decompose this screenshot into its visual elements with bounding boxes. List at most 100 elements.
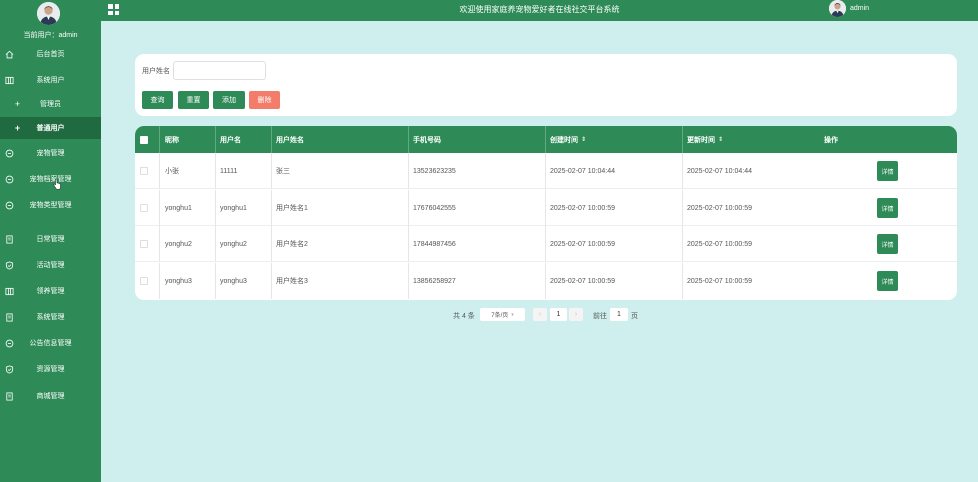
cell-realname: 用户姓名1 bbox=[276, 205, 308, 212]
sidebar-profile: 当前用户：admin bbox=[0, 0, 101, 42]
current-user-label: 当前用户：admin bbox=[23, 32, 78, 39]
goto-page-input[interactable]: 1 bbox=[610, 308, 628, 321]
sidebar-item-label: 日常管理 bbox=[36, 236, 65, 243]
cell-updated: 2025-02-07 10:00:59 bbox=[687, 277, 752, 285]
page-size-select[interactable]: 7条/页 ▾ bbox=[480, 308, 525, 321]
sidebar-item-label: 领养管理 bbox=[36, 288, 65, 295]
sidebar-item-admin[interactable]: + 管理员 bbox=[0, 93, 101, 115]
sidebar-item-label: 宠物类型管理 bbox=[29, 202, 72, 209]
sidebar-item-label: 系统用户 bbox=[36, 77, 65, 84]
cell-created: 2025-02-07 10:00:59 bbox=[550, 204, 615, 212]
prev-page-button[interactable]: ‹ bbox=[533, 308, 547, 321]
cell-phone: 17844987456 bbox=[413, 240, 456, 248]
column-header-updated[interactable]: 更新时间 ⇕ bbox=[687, 126, 723, 153]
detail-button[interactable]: 详情 bbox=[877, 161, 898, 181]
cell-username: 11111 bbox=[220, 167, 238, 175]
cell-updated: 2025-02-07 10:04:44 bbox=[687, 167, 752, 175]
sidebar-item-label: 管理员 bbox=[40, 101, 61, 108]
row-checkbox[interactable] bbox=[140, 153, 148, 189]
top-avatar[interactable] bbox=[829, 0, 846, 17]
pagination-total: 共 4 条 bbox=[453, 313, 475, 320]
cell-nickname: yonghu3 bbox=[165, 277, 192, 285]
sidebar-item-pet-management[interactable]: 宠物管理 bbox=[0, 142, 101, 164]
sidebar-item-label: 普通用户 bbox=[36, 125, 65, 132]
sidebar-item-label: 商城管理 bbox=[36, 393, 65, 400]
query-button[interactable]: 查询 bbox=[142, 91, 173, 109]
cell-updated: 2025-02-07 10:00:59 bbox=[687, 204, 752, 212]
goto-label: 前往 bbox=[593, 313, 607, 320]
cell-nickname: 小张 bbox=[165, 168, 179, 175]
cell-username: yonghu1 bbox=[220, 204, 247, 212]
detail-button[interactable]: 详情 bbox=[877, 198, 898, 218]
sidebar-item-adoption[interactable]: 领养管理 bbox=[0, 280, 101, 302]
select-all-checkbox[interactable] bbox=[140, 126, 148, 153]
sidebar-item-label: 活动管理 bbox=[36, 262, 65, 269]
column-header-action: 操作 bbox=[824, 136, 838, 144]
page-size-value: 7条/页 bbox=[491, 313, 509, 319]
table-header: 昵称 用户名 用户姓名 手机号码 创建时间 ⇕ 更新时间 ⇕ 操作 bbox=[135, 126, 957, 153]
search-input[interactable] bbox=[173, 61, 266, 80]
user-avatar-icon bbox=[37, 2, 60, 25]
sidebar-item-pet-type[interactable]: 宠物类型管理 bbox=[0, 194, 101, 216]
add-button[interactable]: 添加 bbox=[213, 91, 245, 109]
column-header-nickname: 昵称 bbox=[165, 136, 179, 144]
sidebar-item-pet-archive[interactable]: 宠物档案管理 bbox=[0, 168, 101, 190]
sidebar-item-shop[interactable]: 商城管理 bbox=[0, 385, 101, 407]
table-row: yonghu1 yonghu1 用户姓名1 17676042555 2025-0… bbox=[135, 190, 957, 226]
sort-icon[interactable]: ⇕ bbox=[718, 136, 723, 143]
cell-created: 2025-02-07 10:00:59 bbox=[550, 240, 615, 248]
cell-username: yonghu3 bbox=[220, 277, 247, 285]
delete-button[interactable]: 删除 bbox=[249, 91, 280, 109]
avatar bbox=[37, 2, 60, 25]
sidebar-item-announcement[interactable]: 公告信息管理 bbox=[0, 332, 101, 354]
column-header-realname: 用户姓名 bbox=[276, 136, 304, 144]
detail-button[interactable]: 详情 bbox=[877, 271, 898, 291]
cell-created: 2025-02-07 10:04:44 bbox=[550, 167, 615, 175]
column-header-created[interactable]: 创建时间 ⇕ bbox=[550, 126, 586, 153]
reset-button[interactable]: 重置 bbox=[178, 91, 209, 109]
sidebar: 当前用户：admin 后台首页 系统用户 + 管理员 + 普通用户 宠物管理 宠… bbox=[0, 0, 101, 482]
users-table: 昵称 用户名 用户姓名 手机号码 创建时间 ⇕ 更新时间 ⇕ 操作 小张 11111… bbox=[135, 126, 957, 300]
page-number-current[interactable]: 1 bbox=[550, 308, 567, 321]
cell-nickname: yonghu2 bbox=[165, 240, 192, 248]
sidebar-item-daily[interactable]: 日常管理 bbox=[0, 228, 101, 250]
table-row: yonghu3 yonghu3 用户姓名3 13856258927 2025-0… bbox=[135, 263, 957, 299]
row-checkbox[interactable] bbox=[140, 226, 148, 262]
column-header-phone: 手机号码 bbox=[413, 136, 441, 144]
sidebar-item-normal-users[interactable]: + 普通用户 bbox=[0, 117, 101, 139]
row-checkbox[interactable] bbox=[140, 263, 148, 299]
detail-button[interactable]: 详情 bbox=[877, 234, 898, 254]
sidebar-item-label: 公告信息管理 bbox=[29, 340, 72, 347]
sidebar-item-system-users[interactable]: 系统用户 bbox=[0, 69, 101, 91]
search-label: 用户姓名 bbox=[142, 68, 170, 75]
table-row: 小张 11111 张三 13523623235 2025-02-07 10:04… bbox=[135, 153, 957, 189]
cell-phone: 17676042555 bbox=[413, 204, 456, 212]
sidebar-item-home[interactable]: 后台首页 bbox=[0, 43, 101, 65]
cell-realname: 用户姓名3 bbox=[276, 278, 308, 285]
sidebar-item-label: 宠物档案管理 bbox=[29, 176, 72, 183]
cell-realname: 用户姓名2 bbox=[276, 241, 308, 248]
top-bar: 欢迎使用家庭养宠物爱好者在线社交平台系统 admin bbox=[101, 0, 978, 21]
sidebar-item-label: 后台首页 bbox=[36, 51, 65, 58]
mouse-cursor-icon bbox=[53, 179, 61, 190]
sidebar-item-label: 宠物管理 bbox=[36, 150, 65, 157]
column-header-created-label: 创建时间 bbox=[550, 136, 578, 144]
sidebar-item-activity[interactable]: 活动管理 bbox=[0, 254, 101, 276]
sort-icon[interactable]: ⇕ bbox=[581, 136, 586, 143]
cell-nickname: yonghu1 bbox=[165, 204, 192, 212]
top-username[interactable]: admin bbox=[850, 5, 869, 12]
sidebar-item-label: 资源管理 bbox=[36, 366, 65, 373]
pagination: 共 4 条 7条/页 ▾ ‹ 1 › 前往 1 页 bbox=[0, 308, 978, 321]
row-checkbox[interactable] bbox=[140, 190, 148, 226]
column-header-updated-label: 更新时间 bbox=[687, 136, 715, 144]
search-panel: 用户姓名 查询 重置 添加 删除 bbox=[135, 54, 957, 116]
cell-realname: 张三 bbox=[276, 168, 290, 175]
chevron-down-icon: ▾ bbox=[511, 311, 514, 318]
cell-created: 2025-02-07 10:00:59 bbox=[550, 277, 615, 285]
table-row: yonghu2 yonghu2 用户姓名2 17844987456 2025-0… bbox=[135, 226, 957, 262]
column-header-username: 用户名 bbox=[220, 136, 241, 144]
sidebar-item-resource[interactable]: 资源管理 bbox=[0, 358, 101, 380]
user-avatar-icon bbox=[829, 0, 846, 17]
goto-unit-label: 页 bbox=[631, 313, 638, 320]
next-page-button[interactable]: › bbox=[569, 308, 583, 321]
